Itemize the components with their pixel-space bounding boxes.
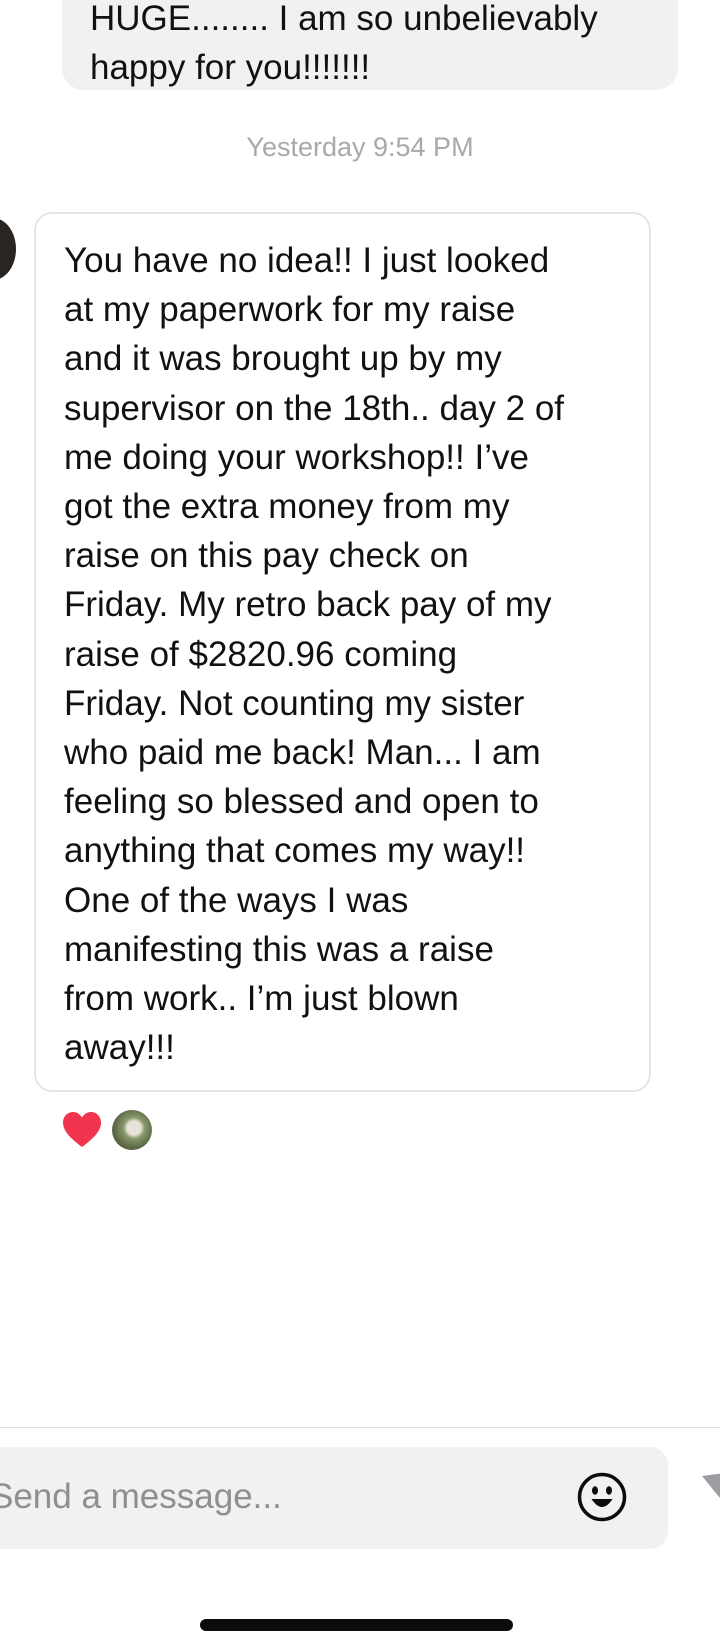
message-input[interactable]: Send a message... [0, 1477, 282, 1517]
message-composer[interactable]: Send a message... [0, 1447, 668, 1549]
reactor-avatar[interactable] [112, 1110, 152, 1150]
incoming-message-text: You have no idea!! I just looked at my p… [64, 241, 565, 1068]
heart-icon[interactable] [62, 1111, 102, 1149]
home-indicator [200, 1619, 513, 1631]
outgoing-message-line: happy for you!!!!!!! [90, 48, 371, 87]
send-arrow-icon[interactable] [702, 1472, 720, 1498]
outgoing-message-bubble[interactable]: HUGE........ I am so unbelievably happy … [62, 0, 678, 90]
incoming-message-bubble[interactable]: You have no idea!! I just looked at my p… [34, 212, 651, 1092]
smiley-face-icon[interactable] [576, 1471, 628, 1523]
composer-divider [0, 1427, 720, 1428]
outgoing-message-line: HUGE........ I am so unbelievably [90, 0, 598, 38]
message-reactions[interactable] [62, 1108, 152, 1152]
message-timestamp: Yesterday 9:54 PM [246, 132, 474, 162]
sender-avatar[interactable] [0, 218, 16, 280]
